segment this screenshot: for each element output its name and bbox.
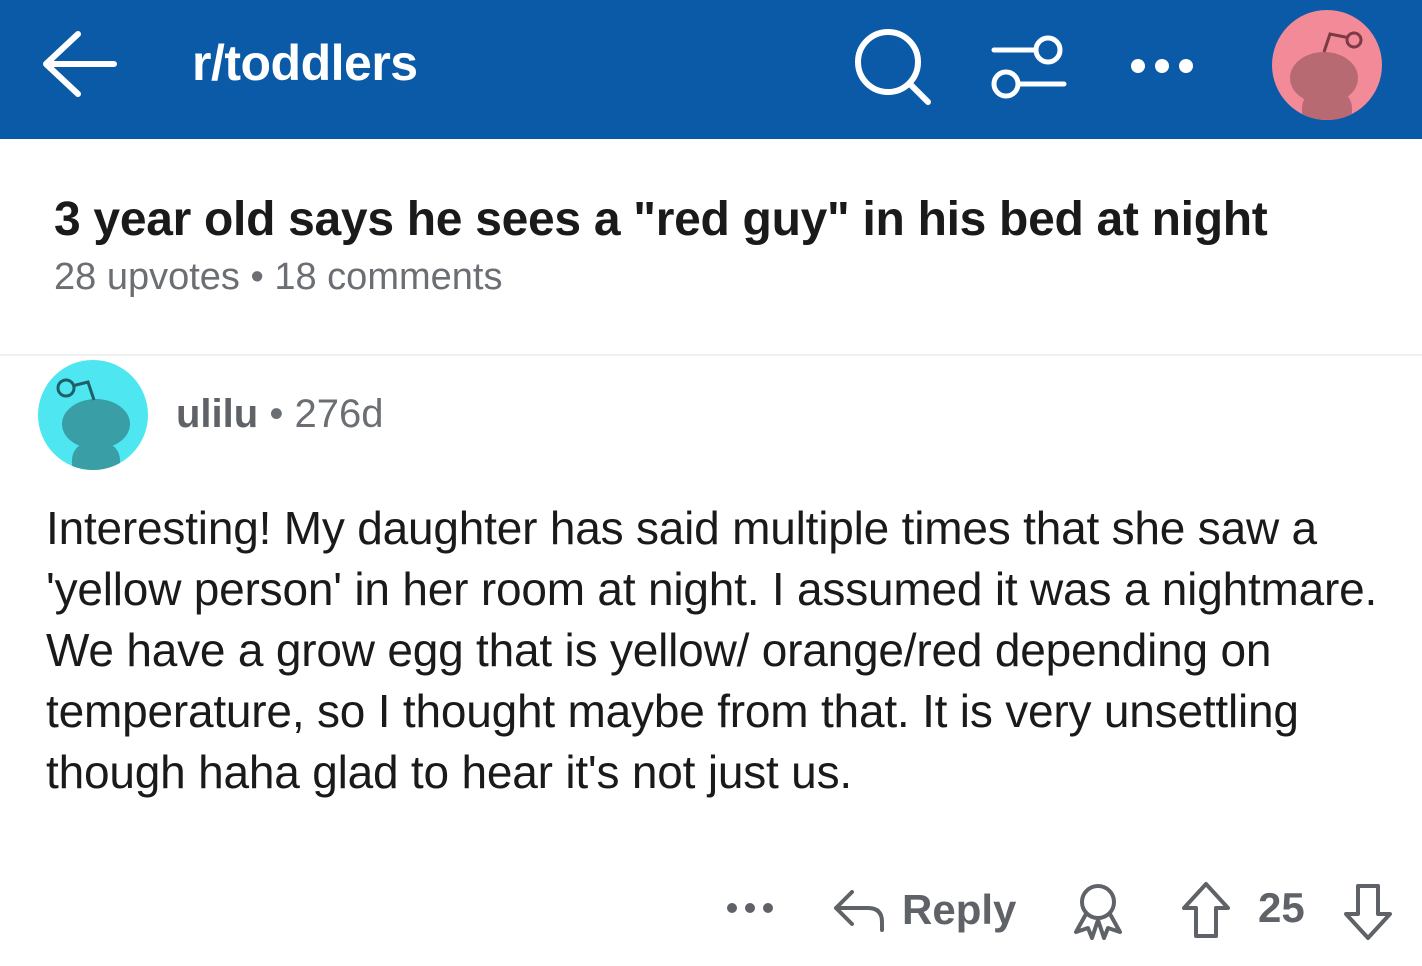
back-arrow-icon[interactable] bbox=[38, 28, 120, 100]
search-icon[interactable] bbox=[852, 28, 934, 106]
comment-author[interactable]: ulilu bbox=[176, 392, 258, 436]
post-meta: 28 upvotes • 18 comments bbox=[54, 256, 502, 299]
comment-actions: Reply 25 bbox=[0, 870, 1422, 950]
comment-count[interactable]: 18 comments bbox=[274, 256, 502, 298]
downvote-icon[interactable] bbox=[1340, 882, 1396, 942]
user-avatar[interactable] bbox=[1272, 10, 1382, 120]
more-icon[interactable] bbox=[724, 896, 776, 920]
comment-body: Interesting! My daughter has said multip… bbox=[46, 502, 1378, 798]
comment-header: ulilu • 276d bbox=[176, 392, 383, 437]
post-title[interactable]: 3 year old says he sees a "red guy" in h… bbox=[54, 192, 1268, 247]
more-icon[interactable] bbox=[1126, 48, 1200, 84]
divider bbox=[0, 354, 1422, 356]
upvote-icon[interactable] bbox=[1178, 880, 1234, 940]
header-separator: • bbox=[269, 392, 284, 436]
subreddit-name[interactable]: r/toddlers bbox=[192, 34, 418, 92]
reply-button[interactable]: Reply bbox=[832, 880, 1016, 940]
upvote-count: 28 upvotes bbox=[54, 256, 240, 298]
top-bar: r/toddlers bbox=[0, 0, 1422, 139]
award-icon[interactable] bbox=[1068, 880, 1128, 940]
vote-score: 25 bbox=[1258, 884, 1305, 931]
comment-age: 276d bbox=[294, 392, 384, 436]
filter-icon[interactable] bbox=[988, 30, 1068, 102]
reply-label: Reply bbox=[902, 886, 1017, 933]
meta-separator: • bbox=[250, 256, 264, 298]
reply-icon bbox=[834, 890, 884, 932]
commenter-avatar[interactable] bbox=[38, 360, 148, 470]
